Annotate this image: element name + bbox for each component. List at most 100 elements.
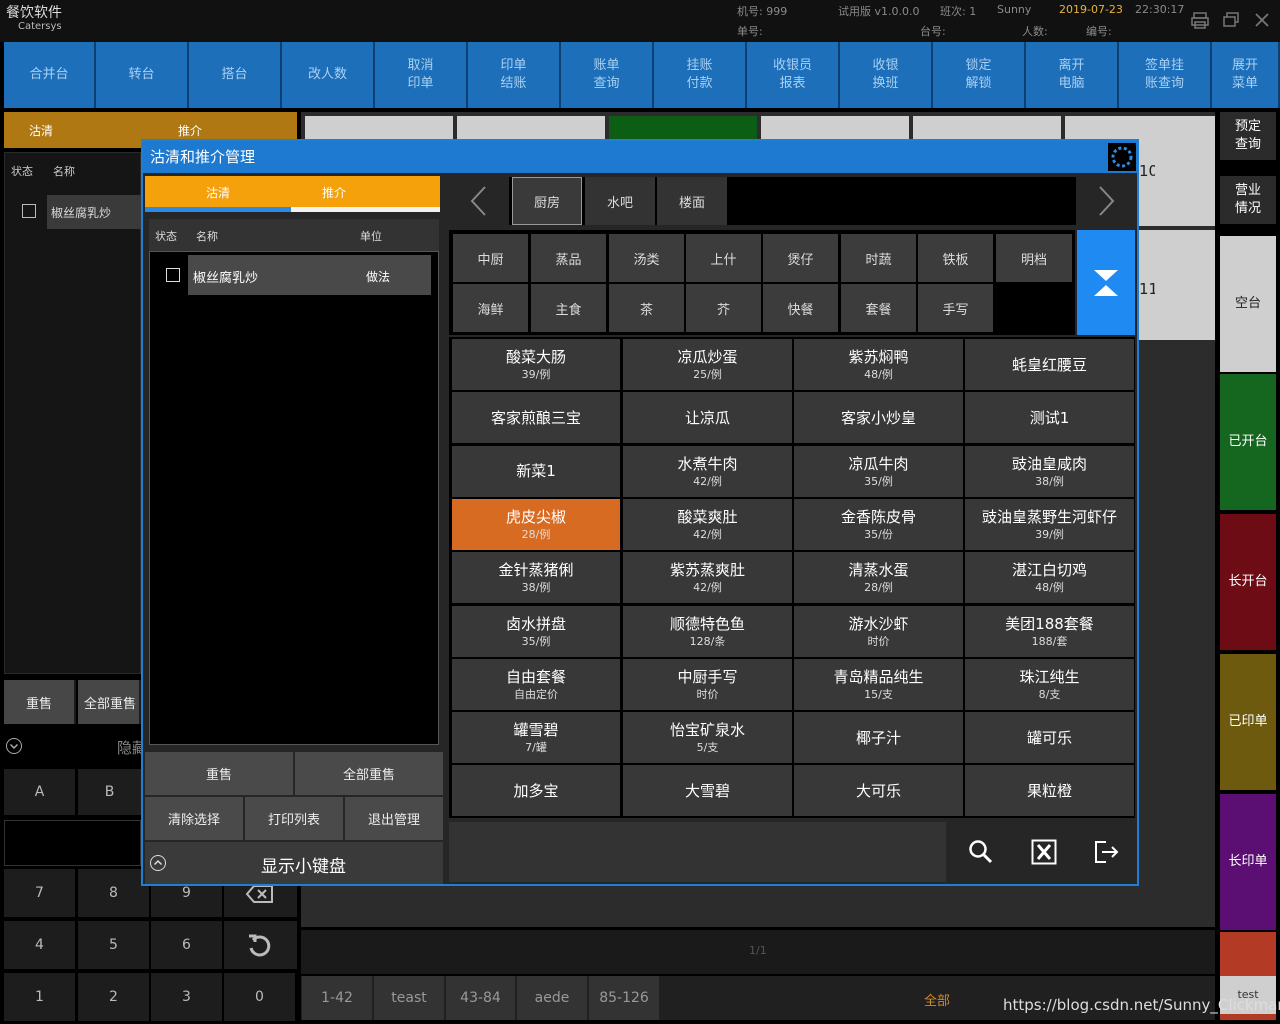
sidebar-item[interactable]: 已印单	[1220, 654, 1276, 790]
subcategory-button[interactable]: 茶	[609, 284, 684, 332]
dish-button[interactable]: 青岛精品纯生 15/支	[794, 658, 963, 710]
dish-button[interactable]: 客家煎酿三宝	[452, 392, 620, 444]
key-0[interactable]: 0	[224, 973, 295, 1021]
subcategory-button[interactable]: 手写	[918, 284, 993, 332]
toolbar-button[interactable]: 离开 电脑	[1026, 42, 1119, 108]
restore-window-icon[interactable]	[1222, 11, 1240, 29]
dish-button[interactable]: 酸菜大肠 39/例	[452, 339, 620, 390]
resell-all-button[interactable]: 全部重售	[295, 752, 443, 795]
dish-button[interactable]: 清蒸水蛋 28/例	[794, 552, 963, 604]
dish-button[interactable]: 果粒橙	[965, 765, 1134, 817]
prev-category-button[interactable]	[449, 177, 509, 225]
collapse-button[interactable]	[1077, 230, 1135, 335]
subcategory-button[interactable]: 时蔬	[841, 234, 916, 282]
resell-button[interactable]: 重售	[145, 752, 293, 795]
show-keyboard-bar[interactable]: 显示小键盘	[145, 842, 443, 884]
category-tab[interactable]: 楼面	[657, 177, 727, 225]
subcategory-button[interactable]: 套餐	[841, 284, 916, 332]
dish-button[interactable]: 凉瓜炒蛋 25/例	[623, 339, 792, 390]
search-button[interactable]	[950, 822, 1011, 882]
bg-resell-button[interactable]: 重售	[4, 680, 76, 724]
sidebar-item[interactable]: 已开台	[1220, 374, 1276, 510]
dish-button[interactable]: 凉瓜牛肉 35/例	[794, 445, 963, 497]
dish-button[interactable]: 卤水拼盘 35/例	[452, 605, 620, 657]
dish-button[interactable]: 大雪碧	[623, 765, 792, 817]
dish-button[interactable]: 加多宝	[452, 765, 620, 817]
dish-button[interactable]: 美团188套餐 188/套	[965, 605, 1134, 657]
bg-item-checkbox[interactable]	[22, 204, 36, 218]
print-list-button[interactable]: 打印列表	[245, 797, 343, 840]
key-5[interactable]: 5	[78, 921, 149, 969]
key-a[interactable]: A	[4, 769, 75, 815]
sidebar-item[interactable]: 预定 查询	[1220, 112, 1276, 160]
key-6[interactable]: 6	[151, 921, 222, 969]
bg-key-input[interactable]	[4, 820, 141, 866]
subcategory-button[interactable]: 主食	[531, 284, 606, 332]
toolbar-button[interactable]: 签单挂 账查询	[1119, 42, 1212, 108]
dish-button[interactable]: 罐可乐	[965, 712, 1134, 764]
chevron-down-icon[interactable]	[5, 737, 23, 755]
key-7[interactable]: 7	[4, 869, 75, 917]
toolbar-button[interactable]: 锁定 解锁	[933, 42, 1026, 108]
dish-button[interactable]: 金针蒸猪俐 38/例	[452, 552, 620, 604]
dish-button[interactable]: 珠江纯生 8/支	[965, 658, 1134, 710]
dish-button[interactable]: 大可乐	[794, 765, 963, 817]
backspace-icon[interactable]	[245, 883, 275, 905]
exit-dialog-button[interactable]	[1076, 822, 1135, 882]
item-checkbox[interactable]	[166, 268, 180, 282]
key-b[interactable]: B	[78, 769, 141, 815]
exit-manage-button[interactable]: 退出管理	[345, 797, 443, 840]
toolbar-button[interactable]: 挂账 付款	[654, 42, 747, 108]
dish-button[interactable]: 自由套餐 自由定价	[452, 658, 620, 710]
toolbar-button[interactable]: 收银员 报表	[747, 42, 840, 108]
key-3[interactable]: 3	[151, 973, 222, 1021]
dish-button[interactable]: 湛江白切鸡 48/例	[965, 552, 1134, 604]
key-2[interactable]: 2	[78, 973, 149, 1021]
dish-button[interactable]: 豉油皇咸肉 38/例	[965, 445, 1134, 497]
area-tab[interactable]: teast	[374, 976, 444, 1020]
toolbar-button[interactable]: 合并台	[4, 42, 96, 108]
dish-button[interactable]: 中厨手写 时价	[623, 658, 792, 710]
dish-button[interactable]: 豉油皇蒸野生河虾仔 39/例	[965, 498, 1134, 550]
sidebar-item[interactable]: 营业 情况	[1220, 176, 1276, 224]
toolbar-button[interactable]: 账单 查询	[561, 42, 654, 108]
bg-resell-all-button[interactable]: 全部重售	[78, 680, 141, 724]
subcategory-button[interactable]: 铁板	[918, 234, 993, 282]
dish-button[interactable]: 测试1	[965, 392, 1134, 444]
subcategory-button[interactable]: 中厨	[453, 234, 528, 282]
dish-button[interactable]: 罐雪碧 7/罐	[452, 712, 620, 764]
area-tab[interactable]: 85-126	[589, 976, 659, 1020]
area-tab[interactable]: 43-84	[446, 976, 515, 1020]
dialog-tab-recommend[interactable]: 推介	[291, 176, 377, 208]
sidebar-item[interactable]: 空台	[1220, 236, 1276, 372]
sidebar-item[interactable]: 长开台	[1220, 514, 1276, 650]
subcategory-button[interactable]: 明档	[996, 234, 1072, 282]
dish-button[interactable]: 紫苏焖鸭 48/例	[794, 339, 963, 390]
category-tab[interactable]: 水吧	[585, 177, 655, 225]
toolbar-button[interactable]: 印单 结账	[468, 42, 561, 108]
clear-selection-button[interactable]: 清除选择	[145, 797, 243, 840]
key-1[interactable]: 1	[4, 973, 75, 1021]
printer-icon[interactable]	[1191, 11, 1209, 29]
close-icon[interactable]	[1253, 11, 1271, 29]
area-tab[interactable]: aede	[517, 976, 587, 1020]
key-4[interactable]: 4	[4, 921, 75, 969]
dish-button[interactable]: 顺德特色鱼 128/条	[623, 605, 792, 657]
dish-search-input[interactable]	[449, 822, 946, 882]
next-category-button[interactable]	[1076, 177, 1135, 225]
dish-button[interactable]: 酸菜爽肚 42/例	[623, 498, 792, 550]
dish-button[interactable]: 水煮牛肉 42/例	[623, 445, 792, 497]
dish-button[interactable]: 蚝皇红腰豆	[965, 339, 1134, 390]
subcategory-button[interactable]: 上什	[686, 234, 761, 282]
toolbar-button[interactable]: 转台	[96, 42, 189, 108]
sidebar-item[interactable]: 长印单	[1220, 794, 1276, 930]
dish-button[interactable]: 客家小炒皇	[794, 392, 963, 444]
toolbar-button[interactable]: 取消 印单	[375, 42, 468, 108]
subcategory-button[interactable]: 海鲜	[453, 284, 528, 332]
dish-button[interactable]: 金香陈皮骨 35/份	[794, 498, 963, 550]
dish-button[interactable]: 新菜1	[452, 445, 620, 497]
dish-button[interactable]: 紫苏蒸爽肚 42/例	[623, 552, 792, 604]
subcategory-button[interactable]: 芥	[686, 284, 761, 332]
category-tab[interactable]: 厨房	[512, 177, 582, 225]
toolbar-button[interactable]: 展开 菜单	[1212, 42, 1280, 108]
